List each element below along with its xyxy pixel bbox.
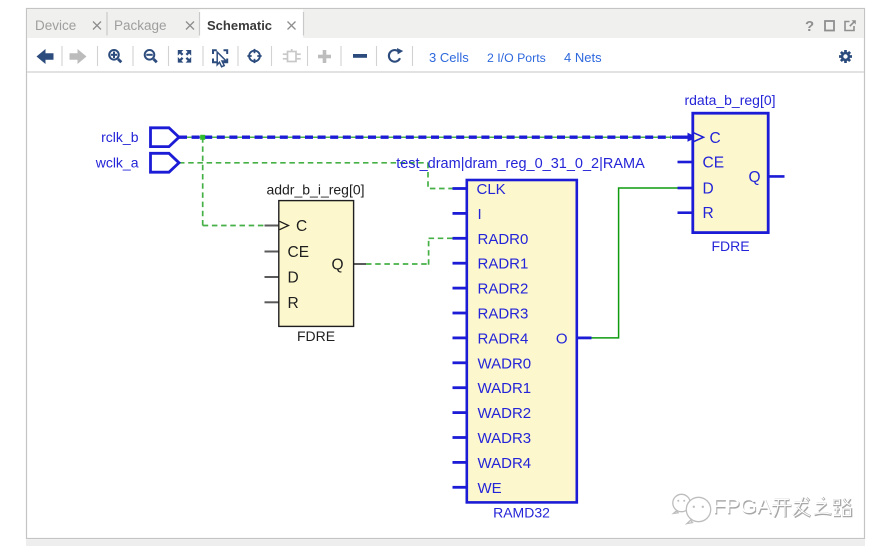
svg-text:FDRE: FDRE [297, 328, 335, 344]
svg-text:Device: Device [35, 18, 76, 33]
svg-text:RADR2: RADR2 [478, 281, 529, 298]
svg-text:test_dram|dram_reg_0_31_0_2|RA: test_dram|dram_reg_0_31_0_2|RAMA [396, 156, 645, 172]
svg-text:WADR0: WADR0 [478, 355, 532, 372]
svg-text:rclk_b: rclk_b [101, 129, 139, 145]
svg-text:O: O [556, 330, 568, 347]
svg-text:RADR1: RADR1 [478, 256, 529, 273]
svg-text:wclk_a: wclk_a [95, 155, 139, 171]
svg-text:WADR3: WADR3 [478, 430, 532, 447]
svg-text:3 Cells: 3 Cells [429, 50, 469, 65]
svg-text:D: D [288, 270, 299, 287]
svg-text:addr_b_i_reg[0]: addr_b_i_reg[0] [266, 182, 364, 198]
svg-text:?: ? [805, 18, 814, 35]
svg-text:RADR0: RADR0 [478, 231, 529, 248]
svg-text:R: R [288, 295, 299, 312]
svg-text:RAMD32: RAMD32 [493, 505, 550, 521]
svg-text:WADR2: WADR2 [478, 405, 532, 422]
svg-text:C: C [710, 130, 721, 147]
svg-text:Schematic: Schematic [207, 18, 272, 33]
svg-text:rdata_b_reg[0]: rdata_b_reg[0] [684, 92, 775, 108]
svg-text:Q: Q [331, 257, 343, 274]
svg-text:WADR4: WADR4 [478, 455, 532, 472]
svg-text:I: I [478, 206, 482, 223]
svg-text:CLK: CLK [477, 181, 506, 198]
svg-text:C: C [296, 218, 307, 235]
svg-text:2 I/O Ports: 2 I/O Ports [487, 51, 546, 65]
svg-text:RADR4: RADR4 [478, 330, 529, 347]
svg-text:CE: CE [703, 155, 725, 172]
svg-text:Package: Package [114, 18, 167, 33]
svg-text:D: D [703, 181, 714, 198]
svg-text:RADR3: RADR3 [478, 306, 529, 323]
svg-text:FPGA: FPGA [713, 494, 772, 518]
svg-text:4 Nets: 4 Nets [564, 50, 602, 65]
svg-text:R: R [703, 205, 714, 222]
svg-text:FDRE: FDRE [711, 238, 749, 254]
svg-text:WADR1: WADR1 [478, 380, 532, 397]
svg-text:WE: WE [478, 480, 502, 497]
svg-text:Q: Q [748, 169, 760, 186]
svg-text:CE: CE [288, 244, 310, 261]
